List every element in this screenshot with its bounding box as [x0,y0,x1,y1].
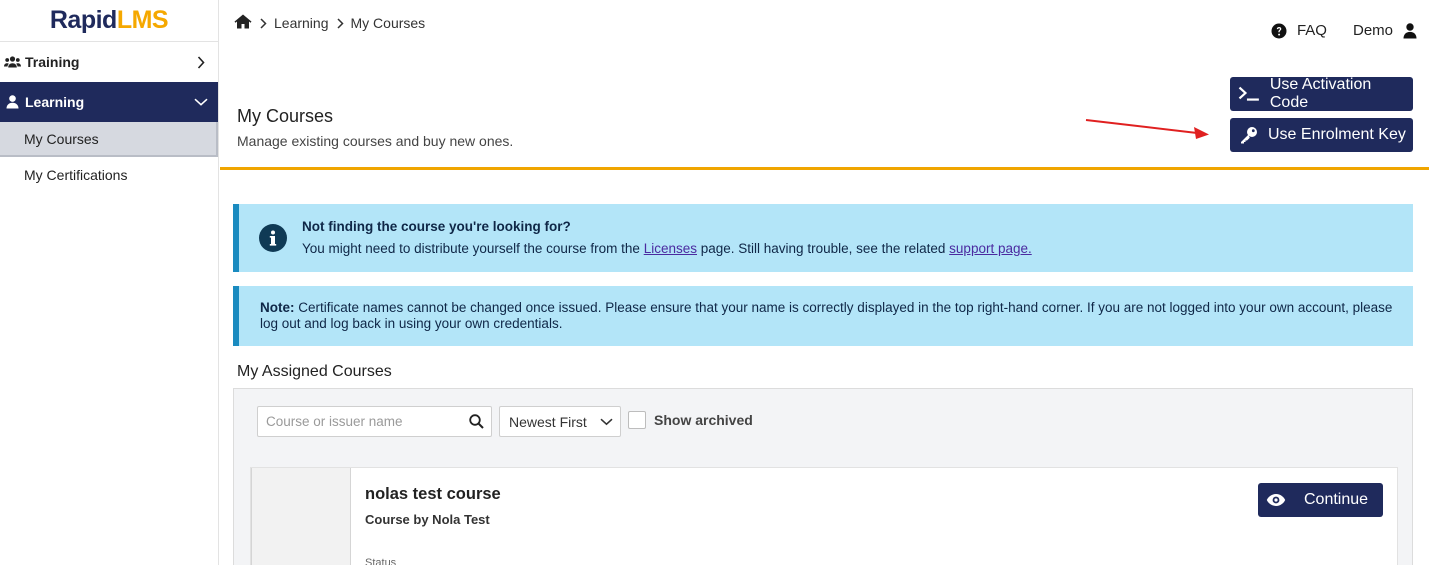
faq-label: FAQ [1296,22,1327,39]
top-right-menu: FAQ Demo [1271,22,1417,39]
continue-button[interactable]: Continue [1258,483,1383,517]
support-page-link[interactable]: support page. [949,241,1032,256]
continue-button-label: Continue [1304,491,1369,508]
note-label: Note: [260,300,295,315]
assigned-courses-panel: Newest First Show archived nolas test co… [233,388,1413,565]
sidebar-subitem-label: My Certifications [24,166,128,183]
chevron-right-icon [260,17,267,29]
chevron-right-icon [194,55,208,69]
course-title: nolas test course [365,485,501,503]
course-card: nolas test course Course by Nola Test St… [250,467,1398,565]
sidebar-subitem-label: My Courses [24,130,99,147]
user-icon [3,95,21,109]
main-content: Learning My Courses FAQ Demo My Courses … [220,0,1429,565]
user-name: Demo [1352,22,1393,39]
logo-text: RapidLMS [49,6,169,35]
chevron-down-icon [194,98,208,106]
info-alert-title: Not finding the course you're looking fo… [302,219,571,234]
user-icon [1403,22,1417,38]
show-archived-checkbox[interactable]: Show archived [628,411,753,429]
licenses-link[interactable]: Licenses [644,241,697,256]
sidebar-subitem-my-courses[interactable]: My Courses [0,122,218,157]
eye-icon [1266,494,1286,506]
info-text-part: You might need to distribute yourself th… [302,241,644,256]
activation-button-label: Use Activation Code [1269,76,1372,111]
users-icon [3,56,21,68]
breadcrumb-learning[interactable]: Learning [274,15,329,31]
assigned-courses-title: My Assigned Courses [237,363,392,380]
red-arrow-annotation [1085,119,1209,139]
info-alert-text: You might need to distribute yourself th… [302,241,1032,256]
logo-part-lms: LMS [116,6,169,34]
page-subtitle: Manage existing courses and buy new ones… [237,133,514,149]
sidebar: RapidLMS Training Learning My Courses My [0,0,219,565]
breadcrumb-my-courses: My Courses [350,15,426,31]
sidebar-item-label: Training [25,54,80,70]
sidebar-item-training[interactable]: Training [0,42,218,82]
sidebar-item-label: Learning [25,94,85,110]
note-alert: Note: Certificate names cannot be change… [233,286,1413,346]
terminal-icon [1238,86,1259,101]
chevron-down-icon [600,418,613,425]
course-status-label: Status [365,557,397,565]
page-header: My Courses Manage existing courses and b… [220,60,1429,170]
search-input[interactable] [258,407,458,436]
logo-part-rapid: Rapid [49,6,117,34]
course-thumbnail [251,468,351,565]
breadcrumb: Learning My Courses [234,14,425,32]
faq-link[interactable]: FAQ [1271,22,1327,39]
question-circle-icon [1271,23,1287,38]
show-archived-label: Show archived [654,412,753,428]
sort-select-value: Newest First [509,413,587,430]
use-activation-code-button[interactable]: Use Activation Code [1230,76,1413,111]
info-circle-icon [259,224,287,252]
chevron-right-icon [336,17,344,29]
note-alert-text: Note: Certificate names cannot be change… [260,300,1393,332]
info-alert: Not finding the course you're looking fo… [233,204,1413,272]
page-title: My Courses [237,106,334,126]
sidebar-item-learning[interactable]: Learning [0,82,218,122]
search-icon[interactable] [469,414,484,429]
key-icon [1241,127,1257,144]
course-issuer: Course by Nola Test [365,512,490,527]
logo[interactable]: RapidLMS [0,0,218,42]
search-box [257,406,492,437]
use-enrolment-key-button[interactable]: Use Enrolment Key [1230,118,1413,152]
app-root: RapidLMS Training Learning My Courses My [0,0,1429,565]
note-text: Certificate names cannot be changed once… [260,300,1393,331]
home-icon[interactable] [234,14,252,32]
checkbox-box[interactable] [628,411,646,429]
enrolment-button-label: Use Enrolment Key [1268,126,1406,143]
sidebar-subitem-my-certifications[interactable]: My Certifications [0,157,218,192]
info-text-part: page. Still having trouble, see the rela… [697,241,950,256]
sort-select[interactable]: Newest First [499,406,621,437]
user-menu[interactable]: Demo [1353,22,1417,39]
